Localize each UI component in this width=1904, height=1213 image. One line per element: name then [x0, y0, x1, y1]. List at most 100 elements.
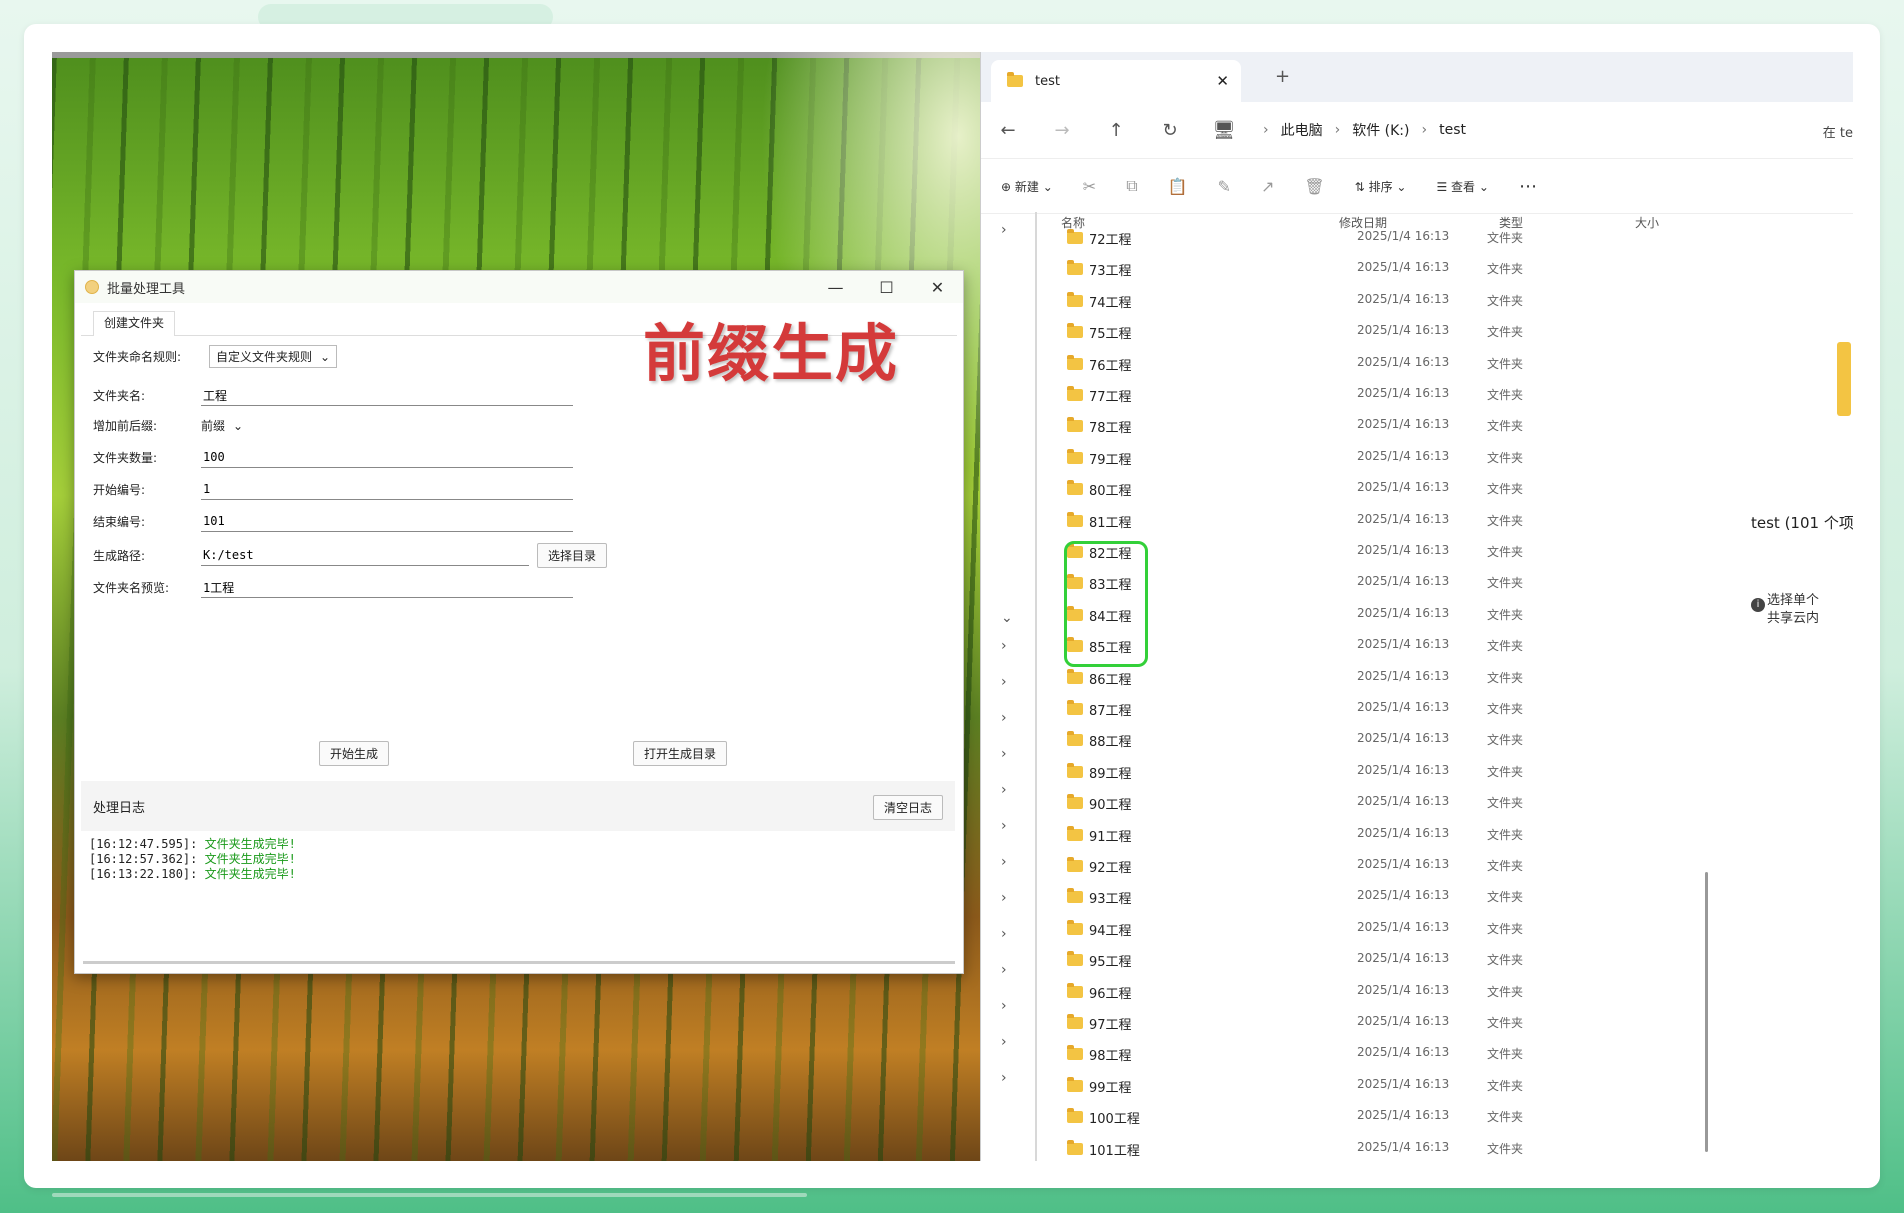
chevron-right-icon[interactable]: ›	[1001, 1034, 1007, 1050]
rename-icon[interactable]: ✎	[1218, 177, 1231, 196]
pane-divider[interactable]	[1035, 212, 1037, 1161]
chevron-down-icon[interactable]: ⌄	[1001, 610, 1013, 626]
list-item[interactable]: 82工程 2025/1/4 16:13 文件夹	[1067, 538, 1607, 566]
list-item[interactable]: 101工程 2025/1/4 16:13 文件夹	[1067, 1135, 1607, 1161]
tab-create-folder[interactable]: 创建文件夹	[93, 311, 176, 336]
item-type: 文件夹	[1487, 859, 1524, 873]
new-button[interactable]: ⊕ 新建 ⌄	[1001, 178, 1053, 195]
list-item[interactable]: 96工程 2025/1/4 16:13 文件夹	[1067, 978, 1607, 1006]
chevron-right-icon[interactable]: ›	[1001, 854, 1007, 870]
breadcrumb-drive-k[interactable]: 软件 (K:)	[1352, 120, 1409, 140]
paste-icon[interactable]: 📋	[1168, 177, 1188, 196]
item-name: 90工程	[1089, 798, 1132, 814]
list-item[interactable]: 100工程 2025/1/4 16:13 文件夹	[1067, 1103, 1607, 1131]
new-tab-icon[interactable]: +	[1275, 66, 1290, 87]
count-input[interactable]	[201, 447, 573, 468]
chevron-right-icon[interactable]: ›	[1001, 962, 1007, 978]
view-button[interactable]: ☰ 查看 ⌄	[1436, 178, 1488, 195]
search-box[interactable]: 在 te	[1823, 122, 1853, 141]
copy-icon[interactable]: ⧉	[1126, 176, 1137, 196]
chevron-right-icon[interactable]: ›	[1001, 746, 1007, 762]
forward-arrow-icon[interactable]: →	[1035, 120, 1089, 141]
naming-rule-select[interactable]: 自定义文件夹规则 ⌄	[209, 345, 338, 368]
end-number-input[interactable]	[201, 511, 573, 532]
chevron-right-icon[interactable]: ›	[1001, 818, 1007, 834]
list-item[interactable]: 92工程 2025/1/4 16:13 文件夹	[1067, 852, 1607, 880]
start-number-input[interactable]	[201, 479, 573, 500]
item-date: 2025/1/4 16:13	[1357, 731, 1450, 746]
chevron-right-icon[interactable]: ›	[1001, 1070, 1007, 1086]
list-item[interactable]: 75工程 2025/1/4 16:13 文件夹	[1067, 318, 1607, 346]
cut-icon[interactable]: ✂	[1083, 177, 1096, 196]
folder-name-input[interactable]	[201, 385, 573, 406]
more-options-icon[interactable]: ⋯	[1519, 176, 1537, 197]
naming-rule-value: 自定义文件夹规则	[216, 350, 313, 364]
list-item[interactable]: 76工程 2025/1/4 16:13 文件夹	[1067, 350, 1607, 378]
breadcrumb-this-pc[interactable]: 此电脑	[1281, 120, 1323, 140]
close-button[interactable]: ✕	[912, 271, 963, 303]
minimize-button[interactable]: —	[810, 271, 861, 303]
item-type: 文件夹	[1487, 733, 1524, 748]
list-item[interactable]: 93工程 2025/1/4 16:13 文件夹	[1067, 883, 1607, 911]
list-item[interactable]: 79工程 2025/1/4 16:13 文件夹	[1067, 444, 1607, 472]
clear-log-button[interactable]: 清空日志	[872, 795, 943, 820]
list-item[interactable]: 74工程 2025/1/4 16:13 文件夹	[1067, 287, 1607, 315]
back-arrow-icon[interactable]: ←	[981, 120, 1035, 141]
list-item[interactable]: 84工程 2025/1/4 16:13 文件夹	[1067, 601, 1607, 629]
list-item[interactable]: 95工程 2025/1/4 16:13 文件夹	[1067, 946, 1607, 974]
chevron-right-icon[interactable]: ›	[1001, 998, 1007, 1014]
maximize-button[interactable]: ☐	[861, 271, 912, 303]
list-item[interactable]: 73工程 2025/1/4 16:13 文件夹	[1067, 255, 1607, 283]
list-item[interactable]: 98工程 2025/1/4 16:13 文件夹	[1067, 1040, 1607, 1068]
item-type: 文件夹	[1487, 1078, 1524, 1093]
affix-select[interactable]: 前缀 ⌄	[201, 417, 244, 434]
list-item[interactable]: 90工程 2025/1/4 16:13 文件夹	[1067, 789, 1607, 817]
list-item[interactable]: 91工程 2025/1/4 16:13 文件夹	[1067, 821, 1607, 849]
list-item[interactable]: 72工程 2025/1/4 16:13 文件夹	[1067, 224, 1607, 252]
item-type: 文件夹	[1487, 1016, 1524, 1030]
vertical-scrollbar[interactable]	[1705, 872, 1708, 1152]
list-item[interactable]: 99工程 2025/1/4 16:13 文件夹	[1067, 1072, 1607, 1100]
list-item[interactable]: 86工程 2025/1/4 16:13 文件夹	[1067, 664, 1607, 692]
folder-icon	[1067, 229, 1083, 244]
item-type: 文件夹	[1487, 1141, 1524, 1156]
preview-input[interactable]	[201, 577, 573, 598]
start-generate-button[interactable]: 开始生成	[319, 741, 390, 766]
folder-name-label: 文件夹名:	[93, 389, 146, 403]
list-item[interactable]: 81工程 2025/1/4 16:13 文件夹	[1067, 507, 1607, 535]
list-item[interactable]: 89工程 2025/1/4 16:13 文件夹	[1067, 758, 1607, 786]
list-item[interactable]: 78工程 2025/1/4 16:13 文件夹	[1067, 412, 1607, 440]
list-item[interactable]: 80工程 2025/1/4 16:13 文件夹	[1067, 475, 1607, 503]
chevron-right-icon[interactable]: ›	[1001, 890, 1007, 906]
chevron-right-icon[interactable]: ›	[1001, 674, 1007, 690]
item-name: 101工程	[1089, 1143, 1140, 1159]
sort-button[interactable]: ⇅ 排序 ⌄	[1355, 178, 1407, 195]
up-arrow-icon[interactable]: ↑	[1089, 120, 1143, 141]
folder-icon	[1067, 731, 1083, 747]
delete-icon[interactable]: 🗑	[1304, 177, 1324, 196]
list-item[interactable]: 88工程 2025/1/4 16:13 文件夹	[1067, 726, 1607, 754]
list-item[interactable]: 87工程 2025/1/4 16:13 文件夹	[1067, 695, 1607, 723]
refresh-icon[interactable]: ↻	[1143, 120, 1197, 141]
share-icon[interactable]: ↗	[1261, 177, 1274, 196]
list-item[interactable]: 97工程 2025/1/4 16:13 文件夹	[1067, 1009, 1607, 1037]
chevron-right-icon[interactable]: ›	[1001, 710, 1007, 726]
chevron-right-icon[interactable]: ›	[1001, 222, 1007, 238]
horizontal-scrollbar[interactable]	[83, 961, 955, 964]
chevron-right-icon[interactable]: ›	[1001, 926, 1007, 942]
explorer-tab[interactable]: test ✕	[991, 60, 1241, 102]
open-output-dir-button[interactable]: 打开生成目录	[633, 741, 728, 766]
item-date: 2025/1/4 16:13	[1357, 480, 1450, 495]
list-item[interactable]: 77工程 2025/1/4 16:13 文件夹	[1067, 381, 1607, 409]
list-item[interactable]: 83工程 2025/1/4 16:13 文件夹	[1067, 569, 1607, 597]
list-item[interactable]: 85工程 2025/1/4 16:13 文件夹	[1067, 632, 1607, 660]
chevron-right-icon[interactable]: ›	[1001, 638, 1007, 654]
choose-directory-button[interactable]: 选择目录	[537, 543, 608, 568]
chevron-right-icon[interactable]: ›	[1001, 782, 1007, 798]
folder-thumbnail	[1837, 342, 1851, 416]
close-tab-icon[interactable]: ✕	[1216, 72, 1229, 90]
column-size[interactable]: 大小	[1635, 214, 1659, 231]
output-path-input[interactable]	[201, 545, 529, 566]
list-item[interactable]: 94工程 2025/1/4 16:13 文件夹	[1067, 915, 1607, 943]
breadcrumb-test[interactable]: test	[1439, 122, 1466, 138]
